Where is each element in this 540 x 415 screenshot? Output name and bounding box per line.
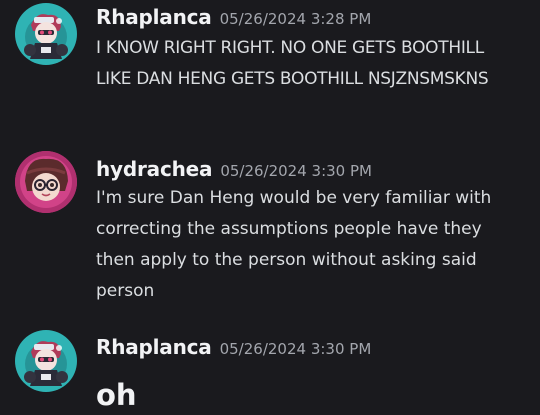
avatar-rhaplanca-icon bbox=[15, 3, 77, 65]
message-text: oh bbox=[96, 378, 137, 412]
timestamp: 05/26/2024 3:30 PM bbox=[219, 340, 372, 358]
username[interactable]: hydrachea bbox=[96, 157, 213, 181]
username[interactable]: Rhaplanca bbox=[96, 5, 212, 29]
avatar-hydrachea-icon bbox=[15, 151, 77, 213]
message-header: Rhaplanca 05/26/2024 3:28 PM bbox=[96, 5, 371, 29]
message-text: I KNOW RIGHT RIGHT. NO ONE GETS BOOTHILL… bbox=[96, 38, 489, 89]
avatar-rhaplanca-icon bbox=[15, 330, 77, 392]
message-header: Rhaplanca 05/26/2024 3:30 PM bbox=[96, 335, 371, 359]
user-avatar[interactable] bbox=[15, 330, 77, 392]
timestamp: 05/26/2024 3:28 PM bbox=[219, 10, 372, 28]
message-header: hydrachea 05/26/2024 3:30 PM bbox=[96, 157, 372, 181]
message-text: I'm sure Dan Heng would be very familiar… bbox=[96, 188, 492, 301]
username[interactable]: Rhaplanca bbox=[96, 335, 212, 359]
timestamp: 05/26/2024 3:30 PM bbox=[220, 162, 372, 180]
user-avatar[interactable] bbox=[15, 151, 77, 213]
user-avatar[interactable] bbox=[15, 3, 77, 65]
